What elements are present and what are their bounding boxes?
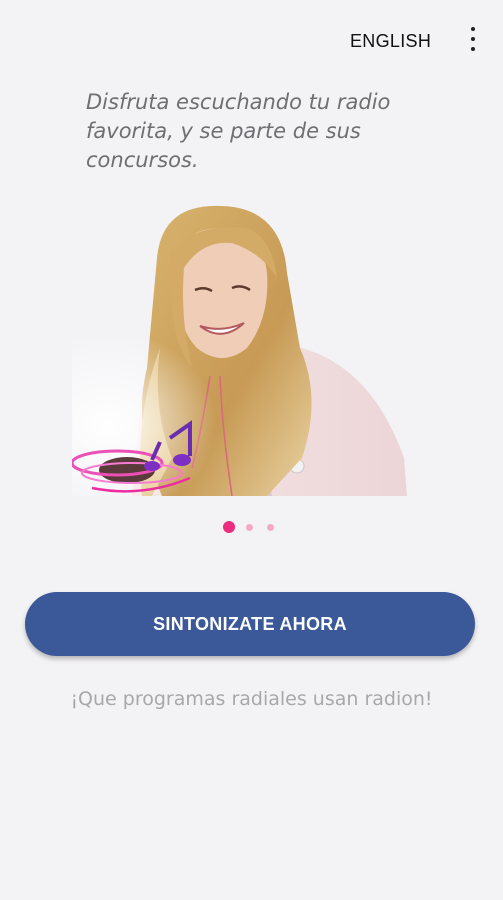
pager-dot[interactable] <box>267 524 274 531</box>
onboarding-pager <box>0 520 503 534</box>
language-toggle-button[interactable]: ENGLISH <box>344 28 437 54</box>
pager-dot-active[interactable] <box>223 521 235 533</box>
radio-programs-link[interactable]: ¡Que programas radiales usan radion! <box>0 688 503 710</box>
pager-dot[interactable] <box>246 524 253 531</box>
woman-listening-music-illustration <box>72 205 407 496</box>
top-bar: ENGLISH <box>0 0 503 80</box>
overflow-menu-icon-dot <box>471 37 475 41</box>
overflow-menu-icon-dot <box>471 47 475 51</box>
overflow-menu-icon <box>471 27 475 31</box>
tune-in-now-button[interactable]: SINTONIZATE AHORA <box>25 592 475 656</box>
onboarding-tagline: Disfruta escuchando tu radio favorita, y… <box>86 90 391 172</box>
overflow-menu-button[interactable] <box>458 24 488 56</box>
